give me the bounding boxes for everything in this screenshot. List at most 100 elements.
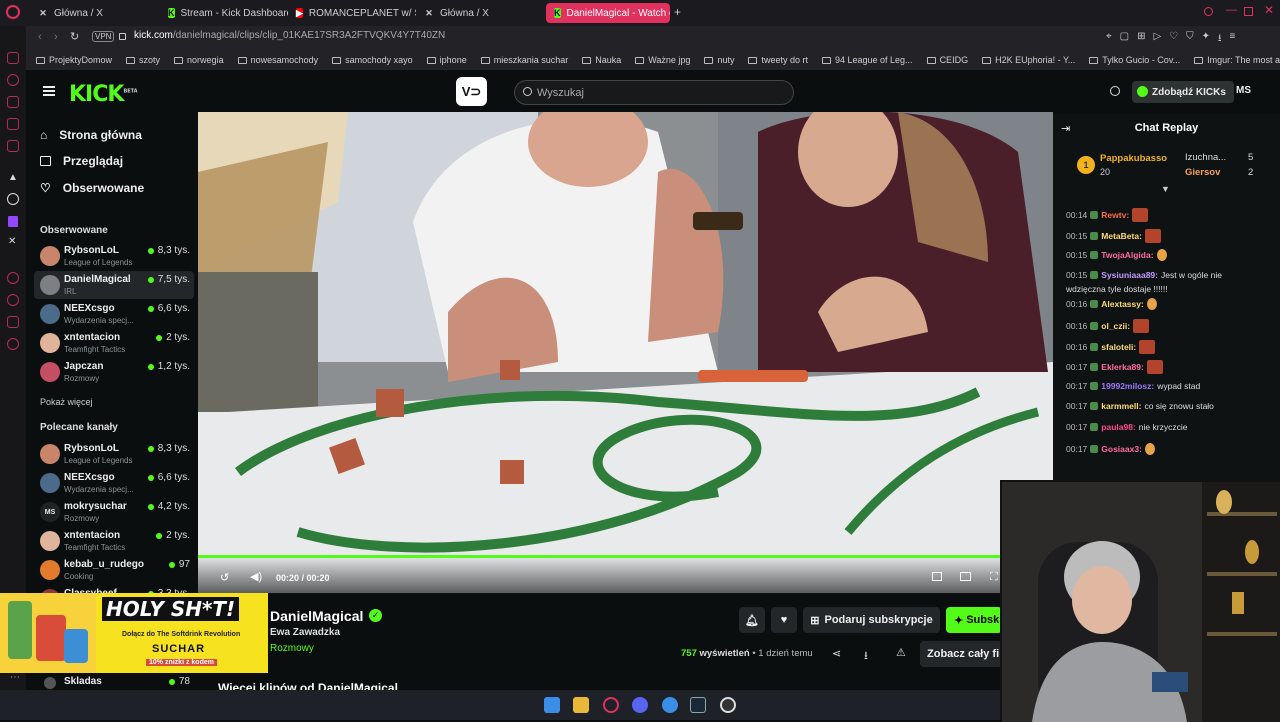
wallet-icon[interactable] xyxy=(7,96,19,108)
minimize-button[interactable]: — xyxy=(1226,4,1237,16)
channel-item[interactable]: kebab_u_rudego Cooking 97 xyxy=(34,556,194,584)
notifications-button[interactable]: 🔔︎ xyxy=(739,607,765,633)
extension-icon[interactable] xyxy=(1110,86,1120,96)
show-more-link[interactable]: Pokaż więcej xyxy=(40,397,93,407)
file-explorer-icon[interactable] xyxy=(573,697,589,713)
chevron-down-icon[interactable]: ▼ xyxy=(1161,184,1170,194)
bookmark-item[interactable]: tweety do rt xyxy=(748,55,808,65)
browser-tab[interactable]: ✕ Główna / X xyxy=(30,3,158,23)
browser-tab[interactable]: ▶ ROMANCEPLANET w/ ST xyxy=(288,3,416,23)
url-field[interactable]: kick.com/danielmagical/clips/clip_01KAE1… xyxy=(134,30,445,41)
nav-following[interactable]: ♡ Obserwowane xyxy=(40,181,144,195)
bookmark-item[interactable]: norwegia xyxy=(174,55,224,65)
new-tab-button[interactable]: + xyxy=(674,5,681,19)
channel-item[interactable]: RybsonLoL League of Legends 8,3 tys. xyxy=(34,440,194,468)
browser-tab[interactable]: ✕ Główna / X xyxy=(416,3,544,23)
bookmark-item[interactable]: nowesamochody xyxy=(237,55,318,65)
streamer-name[interactable]: DanielMagical xyxy=(270,608,363,624)
messenger-icon[interactable] xyxy=(7,52,19,64)
chatgpt-icon[interactable] xyxy=(7,193,19,205)
snapshot-icon[interactable]: ▢ xyxy=(1120,31,1129,48)
history-icon[interactable] xyxy=(7,74,19,86)
play-icon[interactable]: ▷ xyxy=(1153,31,1161,48)
follow-button[interactable]: ♥ xyxy=(771,607,797,633)
forward-icon[interactable]: › xyxy=(54,31,58,43)
fullscreen-icon[interactable]: ⛶ xyxy=(990,571,998,584)
volume-icon[interactable]: ◀) xyxy=(250,570,262,583)
windows-start-icon[interactable] xyxy=(544,697,560,713)
close-window-button[interactable]: ✕ xyxy=(1264,3,1274,17)
mail-icon[interactable] xyxy=(7,140,19,152)
menu-icon[interactable]: ≡ xyxy=(1230,31,1236,48)
category-link[interactable]: Rozmowy xyxy=(270,643,314,654)
maximize-button[interactable] xyxy=(1244,7,1253,16)
search-input[interactable]: Wyszukaj xyxy=(514,80,794,105)
progress-bar[interactable] xyxy=(198,555,1053,558)
channel-item[interactable]: NEEXcsgo Wydarzenia specj... 6,6 tys. xyxy=(34,469,194,497)
channel-item[interactable]: Japczan Rozmowy 1,2 tys. xyxy=(34,358,194,386)
steam-icon[interactable] xyxy=(690,697,706,713)
download-icon[interactable]: ⭳ xyxy=(864,647,868,666)
back-icon[interactable]: ‹ xyxy=(38,31,42,43)
messenger-icon[interactable] xyxy=(662,697,678,713)
get-kicks-button[interactable]: Zdobądź KICKs xyxy=(1132,81,1234,103)
shield-icon[interactable]: ⛉ xyxy=(1186,31,1194,48)
pip-icon[interactable] xyxy=(932,572,942,581)
bookmark-item[interactable]: mieszkania suchar xyxy=(480,55,568,65)
channel-item[interactable]: RybsonLoL League of Legends 8,3 tys. xyxy=(34,242,194,270)
kick-logo[interactable]: KICKBETA xyxy=(69,82,138,107)
download-icon[interactable]: ⭳ xyxy=(1218,31,1222,48)
video-player[interactable]: ↺ ◀) 00:20 / 00:20 ⛶ xyxy=(198,112,1053,593)
nav-browse[interactable]: Przeglądaj xyxy=(40,154,123,168)
channel-item[interactable]: xntentacion Teamfight Tactics 2 tys. xyxy=(34,527,194,555)
pin-icon[interactable]: ⌖ xyxy=(1106,31,1112,48)
channel-item[interactable]: Skladas 78 xyxy=(34,676,194,690)
bookmark-item[interactable]: samochody xayo xyxy=(332,55,413,65)
x-logo-icon[interactable]: ✕ xyxy=(8,236,16,247)
heart-icon[interactable] xyxy=(7,316,19,328)
browser-tab[interactable]: K Stream - Kick Dashboard xyxy=(160,3,288,23)
channel-item[interactable]: xntentacion Teamfight Tactics 2 tys. xyxy=(34,329,194,357)
theater-mode-icon[interactable] xyxy=(960,572,971,581)
browser-tab-active[interactable]: K DanielMagical - Watch cl xyxy=(546,3,670,23)
bookmark-item[interactable]: Imgur: The most a... xyxy=(1194,55,1280,65)
search-tabs-icon[interactable] xyxy=(1204,7,1213,16)
user-avatar[interactable]: MS xyxy=(1236,85,1251,96)
report-icon[interactable]: ⚠ xyxy=(896,646,906,659)
wallet-icon[interactable]: ⊞ xyxy=(1137,31,1145,48)
share-icon[interactable]: ⋖ xyxy=(832,647,841,660)
vpn-badge[interactable]: VPN xyxy=(92,31,115,42)
clock-icon[interactable] xyxy=(7,294,19,306)
bookmark-item[interactable]: Tylko Gucio - Cov... xyxy=(1089,55,1180,65)
aria-icon[interactable]: ▲ xyxy=(8,172,18,183)
extensions-icon[interactable]: ✦ xyxy=(1202,31,1210,48)
bookmark-item[interactable]: H2K EUphoria! - Y... xyxy=(982,55,1075,65)
bookmark-item[interactable]: CEIDG xyxy=(926,55,968,65)
channel-item[interactable]: MS mokrysuchar Rozmowy 4,2 tys. xyxy=(34,498,194,526)
bookmark-item[interactable]: szoty xyxy=(126,55,160,65)
bookmark-item[interactable]: nuty xyxy=(704,55,734,65)
hamburger-menu-icon[interactable] xyxy=(43,86,55,96)
vo-logo-icon[interactable]: V⊃ xyxy=(456,77,487,106)
channel-item[interactable]: NEEXcsgo Wydarzenia specj... 6,6 tys. xyxy=(34,300,194,328)
twitch-icon[interactable] xyxy=(8,216,18,227)
nav-home[interactable]: ⌂ Strona główna xyxy=(40,128,142,142)
opera-icon[interactable] xyxy=(603,697,619,713)
channel-item[interactable]: DanielMagical IRL 7,5 tys. xyxy=(34,271,194,299)
opera-logo-icon[interactable] xyxy=(6,5,20,19)
tv-icon[interactable] xyxy=(7,118,19,130)
gift-sub-button[interactable]: ⊞ Podaruj subskrypcje xyxy=(803,607,940,633)
gear-icon[interactable] xyxy=(7,338,19,350)
ad-banner[interactable]: HOLY SH*T! Dołącz do The Softdrink Revol… xyxy=(0,593,268,673)
watch-full-button[interactable]: Zobacz cały fi xyxy=(920,641,1002,667)
bookmark-item[interactable]: iphone xyxy=(426,55,467,65)
bookmark-item[interactable]: Ważne jpg xyxy=(635,55,690,65)
bookmark-item[interactable]: ProjektyDomow xyxy=(36,55,112,65)
heart-icon[interactable]: ♡ xyxy=(1169,31,1178,48)
discord-icon[interactable] xyxy=(632,697,648,713)
replay-icon[interactable]: ↺ xyxy=(220,571,229,584)
bookmark-item[interactable]: Nauka xyxy=(582,55,621,65)
bookmark-item[interactable]: 94 League of Leg... xyxy=(821,55,913,65)
obs-icon[interactable] xyxy=(720,697,736,713)
reload-icon[interactable]: ↻ xyxy=(70,30,79,43)
